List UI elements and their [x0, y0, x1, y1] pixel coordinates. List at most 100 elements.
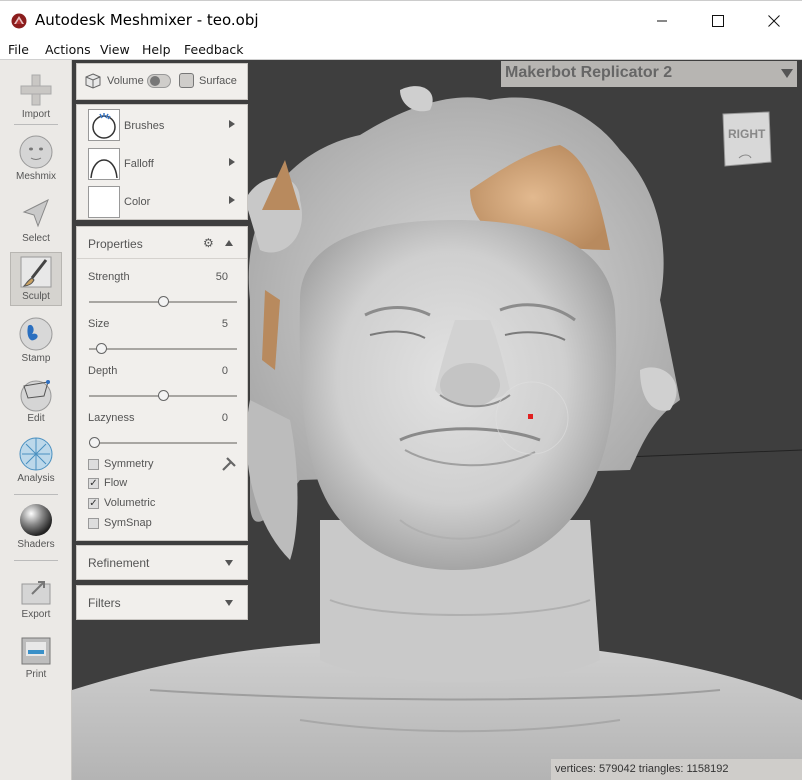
toolbar-divider [14, 560, 58, 561]
title-bar: Autodesk Meshmixer - teo.obj [0, 0, 802, 40]
tool-sculpt[interactable]: Sculpt [0, 252, 72, 306]
close-button[interactable] [746, 1, 802, 41]
close-icon [768, 15, 780, 27]
printer-selector[interactable]: Makerbot Replicator 2 [501, 61, 797, 87]
menu-help[interactable]: Help [142, 42, 171, 57]
gear-icon[interactable]: ⚙ [203, 236, 214, 250]
volumetric-label: Volumetric [104, 497, 156, 509]
falloff-curve-icon [88, 148, 120, 180]
tool-label: Sculpt [22, 291, 50, 302]
tool-label: Export [21, 609, 51, 620]
tool-label: Meshmix [15, 171, 56, 182]
tool-label: Stamp [21, 353, 51, 364]
symsnap-checkbox[interactable] [88, 518, 99, 529]
menu-bar: File Actions View Help Feedback [0, 40, 802, 60]
tool-meshmix[interactable]: Meshmix [0, 134, 72, 182]
tool-shaders[interactable]: Shaders [0, 502, 72, 550]
minimize-button[interactable] [634, 1, 690, 41]
edit-sphere-icon [20, 380, 52, 412]
cube-icon [85, 73, 101, 89]
view-cube-label: RIGHT [728, 127, 766, 141]
tool-label: Print [25, 669, 47, 680]
arrow-cursor-icon [22, 198, 49, 228]
menu-feedback[interactable]: Feedback [184, 42, 244, 57]
slider-knob[interactable] [157, 296, 169, 307]
volume-label: Volume [107, 75, 144, 87]
strength-value: 50 [215, 271, 228, 283]
size-label: Size [88, 318, 110, 330]
menu-actions[interactable]: Actions [45, 42, 91, 57]
maximize-button[interactable] [690, 1, 746, 41]
refinement-title: Refinement [88, 556, 150, 570]
size-value: 5 [221, 318, 228, 330]
refinement-panel[interactable]: Refinement [76, 545, 248, 580]
properties-title: Properties [88, 237, 143, 251]
strength-label: Strength [88, 271, 130, 283]
lazyness-value: 0 [221, 412, 228, 424]
tool-import[interactable]: Import [0, 72, 72, 120]
tool-print[interactable]: Print [0, 632, 72, 680]
depth-slider[interactable] [89, 390, 237, 401]
color-row[interactable]: Color [77, 184, 247, 220]
properties-header[interactable]: Properties ⚙ [77, 227, 247, 259]
tool-analysis[interactable]: Analysis [0, 436, 72, 484]
window-title: Autodesk Meshmixer - teo.obj [35, 11, 259, 29]
brushes-label: Brushes [124, 120, 165, 132]
symmetry-checkbox[interactable] [88, 459, 99, 470]
toolbar-divider [14, 494, 58, 495]
size-slider[interactable] [89, 343, 237, 354]
brush-settings-panel: Brushes Falloff Color [76, 104, 248, 220]
chevron-down-icon [225, 600, 233, 606]
slider-knob[interactable] [157, 390, 169, 401]
symsnap-label: SymSnap [104, 517, 152, 529]
stamp-icon [19, 317, 53, 351]
strength-slider[interactable] [89, 296, 237, 307]
view-cube[interactable]: RIGHT [719, 110, 773, 168]
mode-panel: Volume Surface [76, 63, 248, 100]
tool-stamp[interactable]: Stamp [0, 316, 72, 364]
chevron-right-icon [229, 196, 235, 204]
menu-file[interactable]: File [8, 42, 29, 57]
properties-panel: Properties ⚙ Strength 50 Size 5 Depth 0 … [76, 226, 248, 541]
collapse-up-icon[interactable] [225, 240, 233, 246]
tool-edit[interactable]: Edit [0, 376, 72, 424]
filters-panel[interactable]: Filters [76, 585, 248, 620]
color-swatch [88, 186, 120, 218]
status-bar: vertices: 579042 triangles: 1158192 [551, 759, 802, 780]
filters-title: Filters [88, 596, 121, 610]
tool-export[interactable]: Export [0, 572, 72, 620]
tool-sidebar: Import Meshmix Select Sculpt Stamp Edit … [0, 60, 72, 780]
brushes-row[interactable]: Brushes [77, 105, 247, 143]
meshmixer-logo-icon [11, 13, 27, 29]
printer-icon [21, 637, 51, 665]
plus-icon [20, 74, 52, 106]
export-icon [21, 581, 51, 605]
analysis-sphere-icon [19, 437, 53, 471]
toolbar-divider [14, 124, 58, 125]
wrench-icon[interactable] [221, 456, 237, 472]
chrome-sphere-icon [20, 504, 52, 536]
menu-view[interactable]: View [100, 42, 130, 57]
surface-square-icon [179, 73, 194, 88]
slider-knob[interactable] [95, 343, 107, 354]
falloff-label: Falloff [124, 158, 154, 170]
tool-label: Select [22, 233, 50, 244]
tool-label: Edit [27, 413, 45, 424]
slider-knob[interactable] [89, 437, 100, 448]
minimize-icon [657, 20, 667, 22]
falloff-row[interactable]: Falloff [77, 145, 247, 183]
tool-label: Analysis [17, 473, 55, 484]
volume-surface-toggle[interactable] [147, 74, 171, 88]
tool-label: Import [21, 109, 51, 120]
tool-label: Shaders [17, 539, 55, 550]
lazyness-slider[interactable] [89, 437, 237, 448]
flow-checkbox[interactable]: ✓ [88, 478, 99, 489]
surface-label: Surface [199, 75, 237, 87]
toggle-knob [150, 76, 160, 86]
volumetric-checkbox[interactable]: ✓ [88, 498, 99, 509]
brush-preview-icon [88, 109, 120, 141]
mesh-stats: vertices: 579042 triangles: 1158192 [555, 763, 729, 775]
tool-select[interactable]: Select [0, 196, 72, 244]
chevron-right-icon [229, 158, 235, 166]
flow-label: Flow [104, 477, 128, 489]
